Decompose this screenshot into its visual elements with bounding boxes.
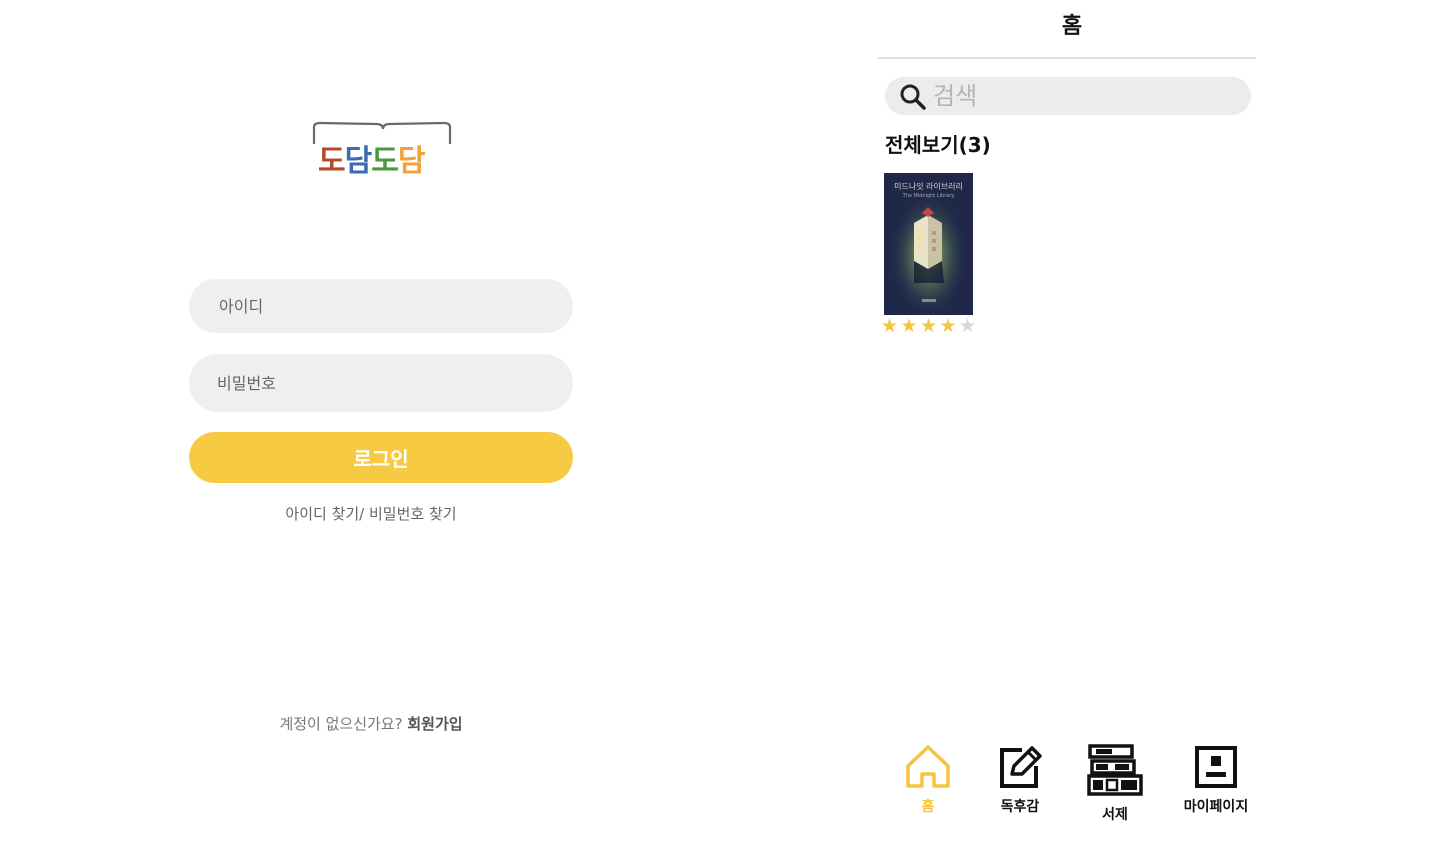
section-title: 전체보기(3): [885, 133, 991, 157]
signup-prompt: 계정이 없으신가요?: [279, 715, 403, 733]
star-icon: ★: [920, 315, 938, 337]
search-icon: [900, 84, 926, 110]
book-rating: ★ ★ ★ ★ ★: [881, 316, 979, 338]
logo-char-3: 도: [371, 144, 399, 179]
book-cover-subtitle: The Midnight Library: [902, 193, 955, 199]
book-card[interactable]: 미드나잇 라이브러리 The Midnight Library: [884, 173, 973, 315]
nav-shelf[interactable]: 서제: [1084, 744, 1146, 824]
nav-mypage[interactable]: 마이페이지: [1174, 744, 1258, 816]
nav-review-label: 독후감: [1000, 799, 1040, 815]
bookshelf-icon: [1087, 744, 1143, 796]
header-divider: [878, 57, 1256, 59]
nav-shelf-label: 서제: [1102, 807, 1128, 823]
nav-home[interactable]: 홈: [900, 744, 956, 816]
login-screen: 도담도담 로그인 아이디 찾기/ 비밀번호 찾기 계정이 없으신가요? 회원가입: [0, 0, 760, 860]
star-icon: ★: [939, 315, 957, 337]
id-input[interactable]: [189, 279, 573, 333]
star-empty-icon: ★: [959, 315, 977, 337]
password-input[interactable]: [189, 354, 573, 412]
star-icon: ★: [900, 315, 918, 337]
logo-wordmark: 도담도담: [318, 136, 426, 180]
nav-home-label: 홈: [921, 799, 935, 815]
home-icon: [906, 745, 950, 788]
star-icon: ★: [881, 315, 899, 337]
home-screen: 홈 전체보기(3): [872, 0, 1262, 860]
logo-char-2: 담: [344, 144, 373, 179]
search-input[interactable]: [933, 79, 1233, 113]
nav-review[interactable]: 독후감: [988, 744, 1052, 816]
logo-char-4: 담: [397, 144, 426, 179]
app-root: 도담도담 로그인 아이디 찾기/ 비밀번호 찾기 계정이 없으신가요? 회원가입…: [0, 0, 1436, 860]
logo-char-1: 도: [318, 144, 346, 179]
edit-note-icon: [1000, 746, 1042, 788]
page-title: 홈: [1061, 14, 1083, 39]
book-cover-title: 미드나잇 라이브러리: [894, 182, 963, 191]
signup-row: 계정이 없으신가요? 회원가입: [189, 713, 553, 734]
find-account-link[interactable]: 아이디 찾기/ 비밀번호 찾기: [189, 503, 553, 524]
signup-link[interactable]: 회원가입: [407, 715, 462, 733]
profile-icon: [1195, 746, 1237, 788]
login-button[interactable]: 로그인: [189, 432, 573, 483]
nav-mypage-label: 마이페이지: [1183, 799, 1249, 815]
app-logo: 도담도담: [308, 118, 458, 186]
search-bar[interactable]: [885, 77, 1251, 115]
